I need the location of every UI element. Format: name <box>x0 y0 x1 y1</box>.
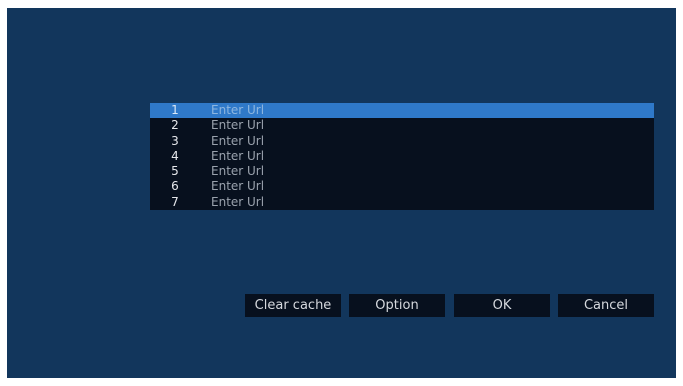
url-list: 1 Enter Url 2 Enter Url 3 Enter Url 4 En… <box>150 103 654 210</box>
url-settings-dialog: 1 Enter Url 2 Enter Url 3 Enter Url 4 En… <box>7 8 676 378</box>
url-row-number: 3 <box>171 133 179 148</box>
option-button[interactable]: Option <box>349 294 445 317</box>
url-row-input[interactable]: Enter Url <box>211 103 264 118</box>
url-row-4[interactable]: 4 Enter Url <box>150 149 654 164</box>
url-row-input[interactable]: Enter Url <box>211 195 264 210</box>
url-row-input[interactable]: Enter Url <box>211 149 264 164</box>
url-row-2[interactable]: 2 Enter Url <box>150 118 654 133</box>
url-row-1[interactable]: 1 Enter Url <box>150 103 654 119</box>
url-row-number: 7 <box>171 194 179 209</box>
url-row-7[interactable]: 7 Enter Url <box>150 195 654 210</box>
url-row-5[interactable]: 5 Enter Url <box>150 164 654 179</box>
cancel-button[interactable]: Cancel <box>558 294 654 317</box>
url-row-number: 6 <box>171 179 179 194</box>
url-row-input[interactable]: Enter Url <box>211 118 264 133</box>
url-row-number: 4 <box>171 148 179 163</box>
url-row-input[interactable]: Enter Url <box>211 179 264 194</box>
url-row-6[interactable]: 6 Enter Url <box>150 179 654 194</box>
url-row-input[interactable]: Enter Url <box>211 134 264 149</box>
top-strip <box>0 0 683 8</box>
url-row-number: 1 <box>171 103 179 117</box>
url-row-3[interactable]: 3 Enter Url <box>150 134 654 149</box>
clear-cache-button[interactable]: Clear cache <box>245 294 341 317</box>
url-row-number: 5 <box>171 164 179 179</box>
url-row-number: 2 <box>171 118 179 133</box>
url-row-input[interactable]: Enter Url <box>211 164 264 179</box>
ok-button[interactable]: OK <box>454 294 550 317</box>
